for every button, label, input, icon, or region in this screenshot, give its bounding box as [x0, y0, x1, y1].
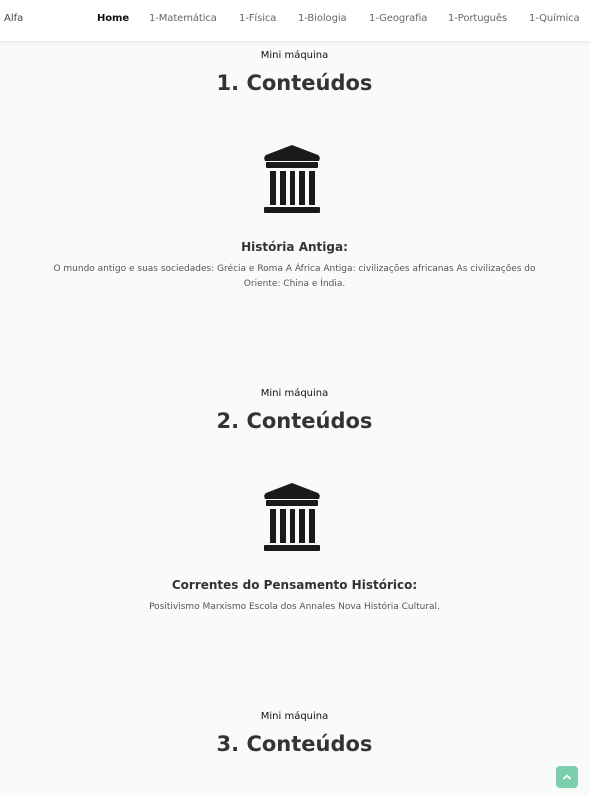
section-title: 2. Conteúdos — [216, 409, 373, 433]
nav-link-portugues[interactable]: 1-Português — [448, 13, 507, 24]
section-eyebrow: Mini máquina — [260, 388, 329, 399]
item-description: O mundo antigo e suas sociedades: Grécia… — [53, 264, 536, 289]
nav-links: Home 1-Matemática 1-Física 1-Biologia 1-… — [0, 13, 589, 27]
chevron-up-icon — [563, 774, 571, 780]
item-title: História Antiga: — [241, 240, 348, 254]
nav-link-geografia[interactable]: 1-Geografia — [369, 13, 427, 24]
section-title: 3. Conteúdos — [216, 732, 373, 756]
section-title: 1. Conteúdos — [216, 71, 373, 95]
nav-link-quimica[interactable]: 1-Química — [529, 13, 580, 24]
bank-columns-icon — [262, 144, 322, 214]
bank-columns-icon — [262, 482, 322, 552]
page: Alfa Home 1-Matemática 1-Física 1-Biolog… — [0, 0, 589, 796]
nav-link-fisica[interactable]: 1-Física — [239, 13, 276, 24]
nav-link-matematica[interactable]: 1-Matemática — [149, 13, 217, 24]
section-eyebrow: Mini máquina — [260, 711, 329, 722]
item-title: Correntes do Pensamento Histórico: — [171, 578, 418, 592]
nav-link-biologia[interactable]: 1-Biologia — [298, 13, 347, 24]
navbar: Alfa Home 1-Matemática 1-Física 1-Biolog… — [0, 0, 589, 41]
nav-link-home[interactable]: Home — [97, 13, 129, 24]
back-to-top-button[interactable] — [556, 766, 578, 788]
section-eyebrow: Mini máquina — [260, 50, 329, 61]
item-description: Positivismo Marxismo Escola dos Annales … — [149, 602, 440, 612]
